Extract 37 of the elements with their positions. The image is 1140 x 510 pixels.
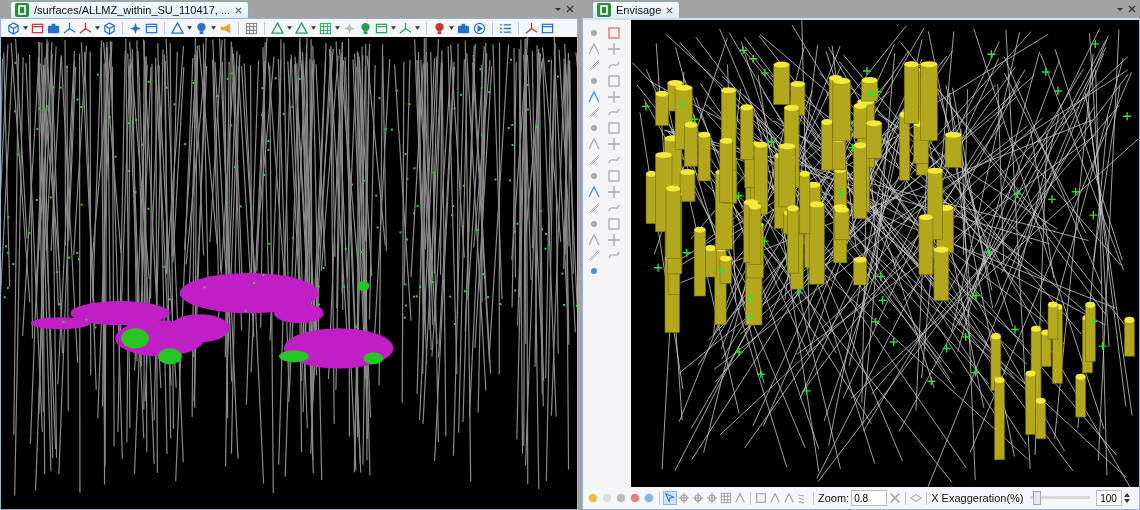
caret-icon[interactable]: [391, 26, 396, 30]
axes-icon[interactable]: [79, 21, 92, 35]
caret-icon[interactable]: [335, 26, 340, 30]
caret-icon[interactable]: [449, 26, 454, 30]
cylinder-scene-drawing[interactable]: [631, 20, 1139, 487]
grid-icon[interactable]: [720, 492, 732, 504]
spheres-icon[interactable]: [643, 492, 655, 504]
caret-icon[interactable]: [415, 26, 420, 30]
exaggeration-label: X Exaggeration(%): [931, 492, 1024, 504]
caret-icon[interactable]: [23, 26, 28, 30]
drillhole-scene-drawing[interactable]: [1, 37, 577, 509]
cube-icon[interactable]: [7, 21, 20, 35]
slider-thumb[interactable]: [1032, 491, 1041, 505]
view-tab[interactable]: Envisage: [592, 1, 681, 18]
cube-icon[interactable]: [103, 21, 116, 35]
select-icon[interactable]: [664, 492, 676, 504]
list-icon[interactable]: [499, 21, 512, 35]
caret-icon[interactable]: [287, 26, 292, 30]
tab-title: /surfaces/ALLMZ_within_SU_110417, ...: [34, 4, 231, 16]
view-tab[interactable]: /surfaces/ALLMZ_within_SU_110417, ...: [10, 1, 250, 18]
minimize-icon[interactable]: [1116, 5, 1124, 13]
zoom-label: Zoom:: [818, 492, 850, 504]
play-icon[interactable]: [473, 21, 486, 35]
zoom-field[interactable]: 0.8: [851, 490, 888, 506]
window-icon[interactable]: [31, 21, 44, 35]
grid-icon[interactable]: [245, 21, 258, 35]
exaggeration-field[interactable]: 100: [1095, 490, 1122, 506]
camera-icon[interactable]: [47, 21, 60, 35]
minimize-icon[interactable]: [554, 5, 562, 13]
caret-icon[interactable]: [311, 26, 316, 30]
reset-icon[interactable]: [889, 492, 902, 504]
caret-icon[interactable]: [95, 26, 100, 30]
tab-title: Envisage: [616, 4, 662, 16]
axes-icon[interactable]: [63, 21, 76, 35]
caret-icon[interactable]: [187, 26, 192, 30]
camera-icon[interactable]: [457, 21, 470, 35]
caret-icon[interactable]: [211, 26, 216, 30]
